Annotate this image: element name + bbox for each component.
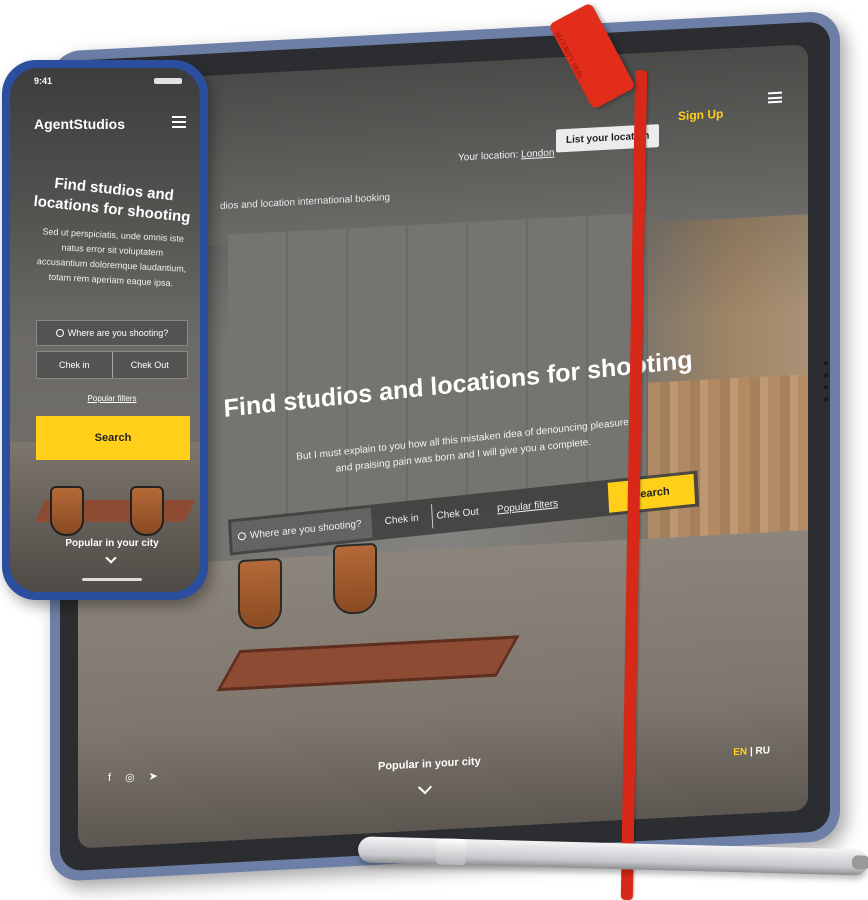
- telegram-icon[interactable]: ➤: [149, 769, 158, 782]
- search-button[interactable]: Search: [36, 416, 190, 460]
- social-links: f ◎ ➤: [108, 769, 158, 785]
- phone-screen: 9:41 AgentStudios Find studios and locat…: [10, 68, 200, 592]
- check-out-field[interactable]: Chek Out: [111, 352, 188, 378]
- where-input[interactable]: Where are you shooting?: [36, 320, 188, 346]
- instagram-icon[interactable]: ◎: [125, 771, 135, 785]
- lang-en[interactable]: EN: [733, 746, 747, 758]
- lang-ru[interactable]: RU: [756, 745, 770, 757]
- background-chair: [130, 486, 164, 536]
- battery-icon: [154, 78, 182, 84]
- stylus-band: [435, 838, 467, 866]
- language-switcher: EN | RU: [733, 745, 770, 758]
- popular-filters-link[interactable]: Popular filters: [36, 394, 188, 403]
- facebook-icon[interactable]: f: [108, 772, 111, 785]
- menu-icon[interactable]: [768, 91, 782, 104]
- search-button[interactable]: Search: [607, 473, 696, 513]
- status-time: 9:41: [34, 76, 53, 86]
- popular-section-link[interactable]: Popular in your city: [36, 538, 188, 549]
- globe-icon: [237, 531, 247, 541]
- menu-icon[interactable]: [172, 116, 186, 128]
- background-chair: [333, 542, 377, 616]
- page-title: Find studios and locations for shooting: [32, 174, 192, 227]
- speaker-dot: [824, 373, 828, 378]
- popular-filters-link[interactable]: Popular filters: [482, 496, 572, 516]
- signup-link[interactable]: Sign Up: [678, 107, 723, 123]
- globe-icon: [55, 329, 64, 337]
- where-placeholder: Where are you shooting?: [249, 518, 362, 541]
- where-placeholder: Where are you shooting?: [67, 328, 169, 338]
- phone-device: 9:41 AgentStudios Find studios and locat…: [2, 60, 208, 600]
- tablet-speaker-dots: [824, 361, 828, 402]
- background-chair: [238, 557, 282, 631]
- location-link[interactable]: London: [521, 148, 554, 161]
- speaker-dot: [824, 361, 828, 366]
- date-fields: Chek in Chek Out: [36, 351, 188, 379]
- background-chair: [50, 486, 84, 536]
- speaker-dot: [824, 385, 828, 390]
- check-in-field[interactable]: Chek in: [37, 352, 112, 378]
- stylus-tip: [851, 855, 868, 870]
- speaker-dot: [824, 397, 828, 402]
- lang-separator: |: [749, 746, 753, 758]
- home-indicator: [82, 578, 142, 581]
- logo[interactable]: AgentStudios: [34, 116, 125, 132]
- check-in-field[interactable]: Chek in: [371, 511, 431, 528]
- check-out-field[interactable]: Chek Out: [432, 506, 483, 522]
- page-subtitle: Sed ut perspiciatis, unde omnis iste nat…: [36, 226, 187, 289]
